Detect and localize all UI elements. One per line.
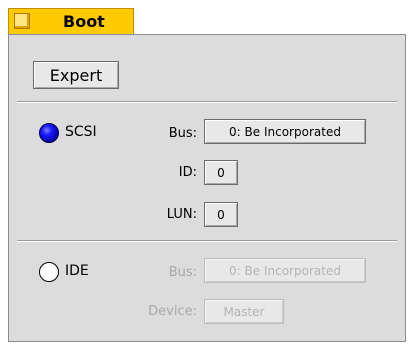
scsi-radio[interactable] [39,123,59,143]
scsi-lun-label: LUN: [166,207,197,222]
scsi-lun-menu[interactable]: 0 [204,202,238,227]
scsi-bus-label: Bus: [168,126,197,141]
ide-bus-menu[interactable]: 0: Be Incorporated [204,258,366,283]
divider [17,240,397,242]
ide-bus-label: Bus: [168,265,197,280]
scsi-id-menu[interactable]: 0 [204,160,238,185]
scsi-id-label: ID: [178,165,197,180]
tab-boot[interactable]: Boot [8,8,134,34]
ide-device-label: Device: [148,304,197,319]
ide-radio[interactable] [39,262,59,282]
scsi-bus-menu[interactable]: 0: Be Incorporated [204,119,366,144]
expert-button[interactable]: Expert [33,61,119,89]
tab-label: Boot [63,12,105,31]
folder-icon [14,13,30,29]
boot-panel: Expert SCSI Bus: 0: Be Incorporated ID: … [8,34,406,342]
divider [17,101,397,103]
ide-radio-label: IDE [65,263,89,279]
ide-device-menu[interactable]: Master [204,299,284,324]
scsi-radio-label: SCSI [65,124,97,140]
